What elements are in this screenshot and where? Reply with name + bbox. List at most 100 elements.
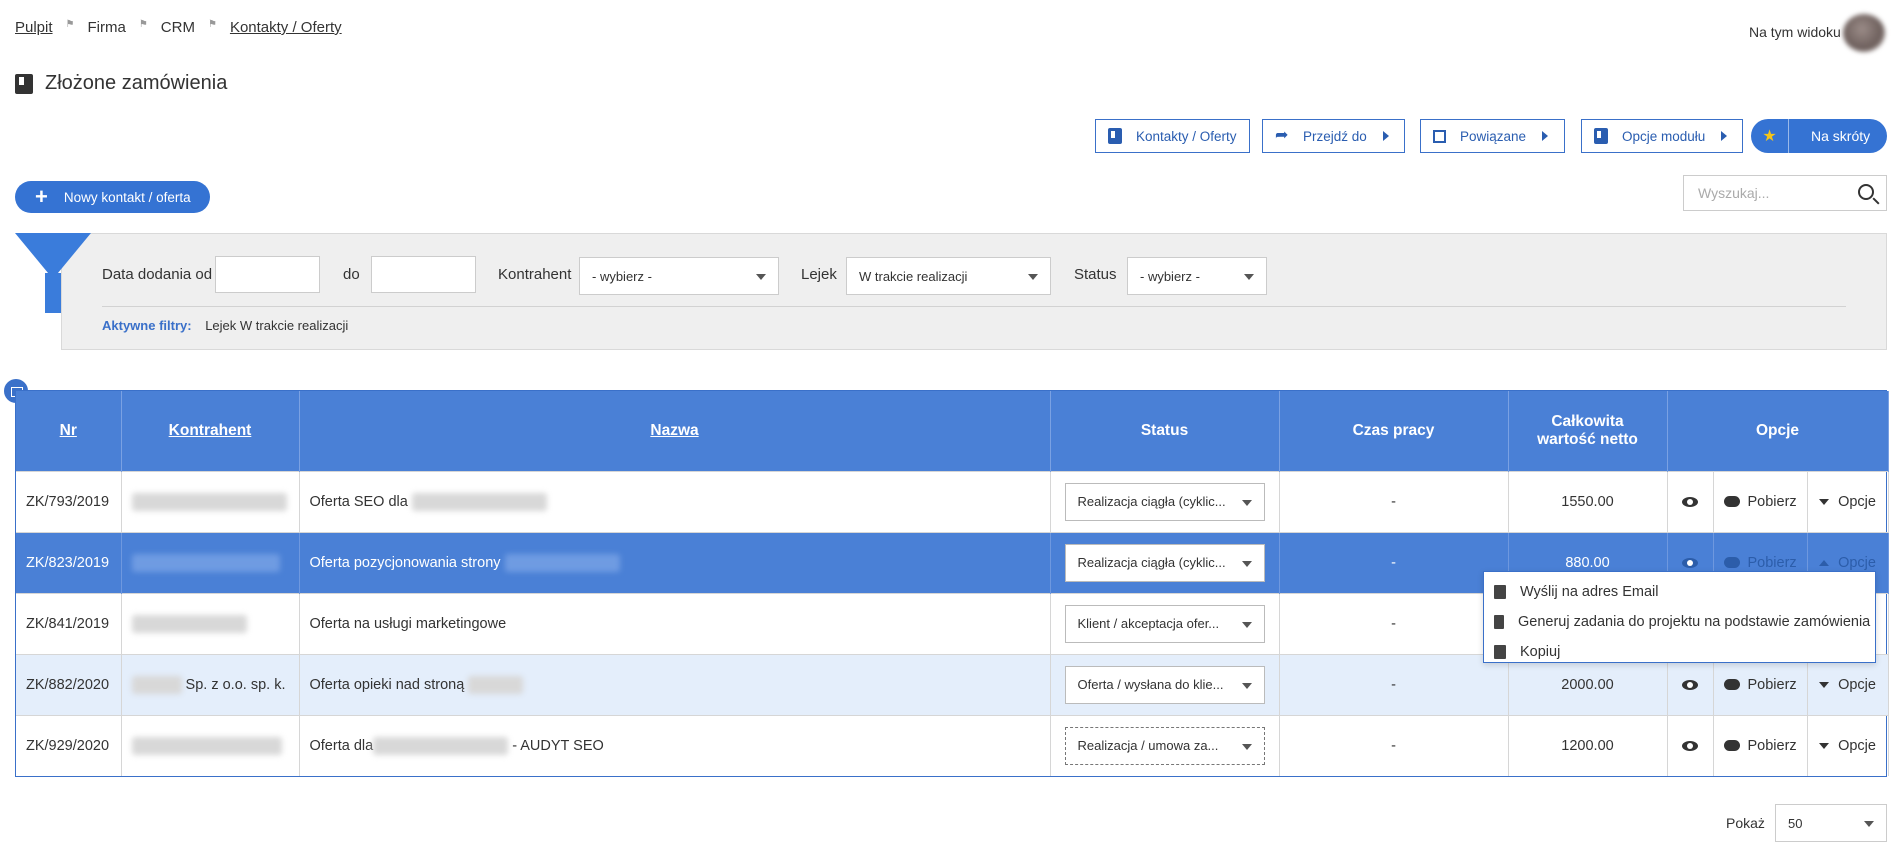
plus-icon: + — [35, 184, 48, 209]
menu-item-label: Wyślij na adres Email — [1520, 584, 1659, 600]
redacted-text — [131, 675, 182, 694]
chevron-down-icon — [1819, 498, 1830, 505]
goto-button[interactable]: ➦ Przejdź do — [1262, 119, 1405, 153]
cell-nr: ZK/793/2019 — [16, 470, 122, 532]
breadcrumb-firma: Firma — [87, 19, 126, 36]
table-row[interactable]: ZK/929/2020 Oferta dla - AUDYT SEO Reali… — [16, 714, 1889, 776]
cell-name: Oferta dla - AUDYT SEO — [299, 714, 1051, 776]
contractor-filter-select[interactable]: - wybierz - — [579, 257, 779, 295]
document-icon — [1108, 128, 1122, 144]
page-size-value: 50 — [1788, 815, 1803, 831]
redacted-text — [131, 553, 280, 572]
column-header-name[interactable]: Nazwa — [299, 391, 1051, 471]
options-button[interactable]: Opcje — [1807, 714, 1889, 776]
contractor-filter-label: Kontrahent — [498, 266, 572, 283]
view-button[interactable] — [1667, 714, 1714, 776]
chevron-down-icon — [1244, 274, 1254, 280]
breadcrumb-separator-icon: ⚑ — [207, 19, 217, 30]
redacted-text — [131, 736, 282, 755]
new-contact-label: Nowy kontakt / oferta — [63, 189, 191, 205]
view-button[interactable] — [1667, 470, 1714, 532]
caret-right-icon — [1382, 131, 1389, 141]
breadcrumb-pulpit[interactable]: Pulpit — [15, 19, 53, 36]
orders-icon — [15, 73, 33, 94]
options-button[interactable]: Opcje — [1807, 470, 1889, 532]
related-button[interactable]: Powiązane — [1420, 119, 1565, 153]
cell-work-time: - — [1279, 592, 1509, 654]
cell-contractor — [121, 470, 300, 532]
cell-nr: ZK/929/2020 — [16, 714, 122, 776]
status-select[interactable]: Oferta / wysłana do klie... — [1064, 665, 1265, 704]
new-contact-button[interactable]: + Nowy kontakt / oferta — [15, 181, 210, 213]
status-filter-value: - wybierz - — [1140, 268, 1200, 284]
cell-work-time: - — [1279, 714, 1509, 776]
column-header-options: Opcje — [1667, 391, 1889, 471]
chevron-down-icon — [756, 274, 766, 280]
download-button[interactable]: Pobierz — [1713, 470, 1808, 532]
row-options-menu: Wyślij na adres Email Generuj zadania do… — [1483, 571, 1876, 663]
chevron-down-icon — [1028, 274, 1038, 280]
status-select[interactable]: Realizacja / umowa za... — [1064, 726, 1265, 765]
chevron-up-icon — [1819, 559, 1830, 566]
chevron-down-icon — [1241, 560, 1252, 567]
goto-label: Przejdź do — [1303, 128, 1367, 144]
viewers-text: Na tym widoku — [1749, 24, 1841, 40]
chevron-down-icon — [1864, 821, 1874, 827]
filter-funnel-icon — [15, 233, 91, 319]
cell-status: Oferta / wysłana do klie... — [1050, 653, 1280, 715]
column-header-contractor[interactable]: Kontrahent — [121, 391, 300, 471]
cell-status: Realizacja ciągła (cyklic... — [1050, 470, 1280, 532]
menu-item-send-email[interactable]: Wyślij na adres Email — [1484, 577, 1875, 607]
contacts-offers-button[interactable]: Kontakty / Oferty — [1095, 119, 1250, 153]
table-row[interactable]: ZK/793/2019 Oferta SEO dla Realizacja ci… — [16, 470, 1889, 532]
funnel-filter-select[interactable]: W trakcie realizacji — [846, 257, 1051, 295]
date-from-input[interactable] — [215, 256, 320, 293]
redacted-text — [131, 614, 247, 633]
download-button[interactable]: Pobierz — [1713, 714, 1808, 776]
cloud-download-icon — [1723, 679, 1740, 691]
active-filters: Aktywne filtry: Lejek W trakcie realizac… — [102, 318, 348, 333]
status-select[interactable]: Realizacja ciągła (cyklic... — [1064, 543, 1265, 582]
page-title: Złożone zamówienia — [45, 72, 228, 94]
status-filter-select[interactable]: - wybierz - — [1127, 257, 1267, 295]
column-header-work-time: Czas pracy — [1279, 391, 1509, 471]
cell-status: Realizacja ciągła (cyklic... — [1050, 531, 1280, 593]
cloud-download-icon — [1723, 496, 1740, 508]
funnel-filter-label: Lejek — [801, 266, 837, 283]
date-to-input[interactable] — [371, 256, 476, 293]
cell-contractor: Sp. z o.o. sp. k. — [121, 653, 300, 715]
menu-item-label: Kopiuj — [1520, 644, 1561, 660]
email-send-icon — [1494, 585, 1506, 599]
search-icon[interactable] — [1858, 184, 1874, 200]
star-icon: ★ — [1762, 128, 1777, 145]
cell-contractor — [121, 531, 300, 593]
chevron-down-icon — [1819, 681, 1830, 688]
cell-status: Klient / akceptacja ofer... — [1050, 592, 1280, 654]
cell-nr: ZK/823/2019 — [16, 531, 122, 593]
search-box — [1683, 175, 1887, 211]
breadcrumb-crm: CRM — [160, 19, 195, 36]
chevron-down-icon — [1241, 682, 1252, 689]
contacts-offers-label: Kontakty / Oferty — [1136, 128, 1237, 144]
cell-work-time: - — [1279, 653, 1509, 715]
status-select[interactable]: Realizacja ciągła (cyklic... — [1064, 482, 1265, 521]
contractor-filter-value: - wybierz - — [592, 268, 652, 284]
module-options-button[interactable]: Opcje modułu — [1581, 119, 1743, 153]
eye-icon — [1682, 496, 1698, 507]
shortcuts-label: Na skróty — [1811, 128, 1871, 144]
column-header-nr[interactable]: Nr — [16, 391, 122, 471]
menu-item-copy[interactable]: Kopiuj — [1484, 637, 1875, 667]
menu-item-generate-tasks[interactable]: Generuj zadania do projektu na podstawie… — [1484, 607, 1875, 637]
status-filter-label: Status — [1074, 266, 1117, 283]
avatar[interactable] — [1843, 14, 1885, 52]
eye-icon — [1682, 557, 1698, 568]
chevron-down-icon — [1819, 742, 1830, 749]
share-arrow-icon: ➦ — [1275, 127, 1289, 144]
breadcrumb-contacts-offers[interactable]: Kontakty / Oferty — [230, 19, 342, 36]
page-size-select[interactable]: 50 — [1775, 804, 1887, 842]
shortcuts-button[interactable]: ★ Na skróty — [1751, 119, 1887, 153]
status-select[interactable]: Klient / akceptacja ofer... — [1064, 604, 1265, 643]
document-icon — [1494, 615, 1504, 629]
cell-total: 1550.00 — [1508, 470, 1668, 532]
search-input[interactable] — [1684, 185, 1844, 201]
